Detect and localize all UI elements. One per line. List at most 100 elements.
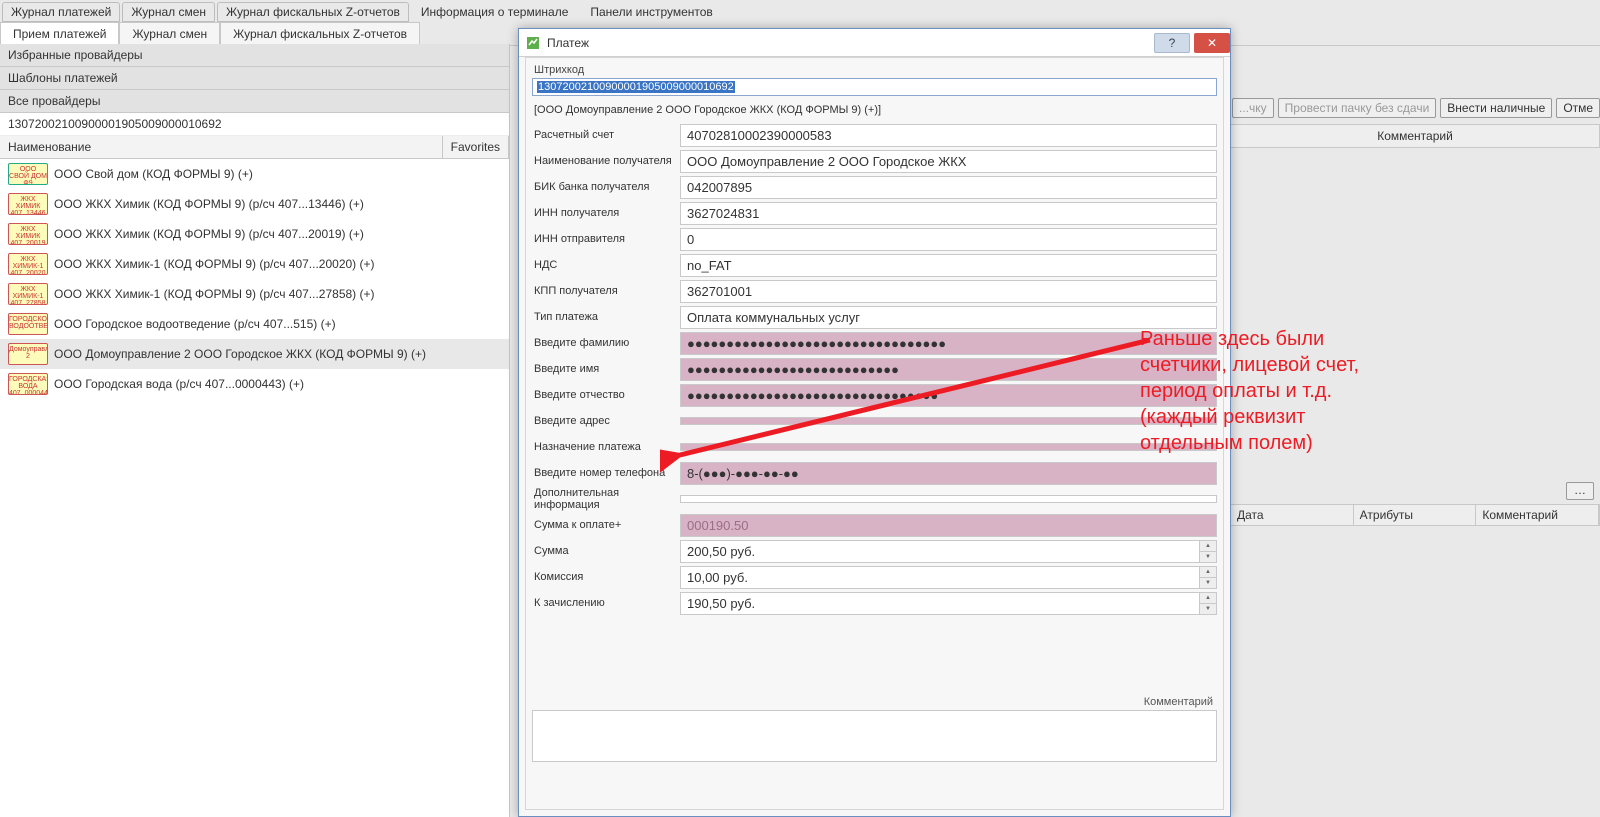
field-label: Сумма [532, 545, 680, 557]
field-value[interactable]: ●●●●●●●●●●●●●●●●●●●●●●●●●●●●●●●● [680, 384, 1217, 407]
field-label: Введите имя [532, 363, 680, 375]
spinner[interactable]: ▲▼ [1199, 592, 1217, 615]
main-tab[interactable]: Информация о терминале [411, 2, 578, 22]
barcode-input[interactable]: 13072002100900001905009000010692 [532, 78, 1217, 96]
field-row: Комиссия10,00 руб.▲▼ [532, 564, 1217, 590]
field-value[interactable]: 3627024831 [680, 202, 1217, 225]
main-tab[interactable]: Журнал смен [122, 2, 215, 22]
field-value[interactable]: no_FAT [680, 254, 1217, 277]
provider-list-header: Наименование Favorites [0, 136, 509, 159]
provider-label: ООО ЖКХ Химик (КОД ФОРМЫ 9) (р/сч 407...… [54, 197, 364, 211]
field-value[interactable]: ●●●●●●●●●●●●●●●●●●●●●●●●●●●●●●●●● [680, 332, 1217, 355]
field-label: ИНН получателя [532, 207, 680, 219]
main-tab[interactable]: Журнал фискальных Z-отчетов [217, 2, 409, 22]
provider-logo: ГОРОДСКОЕ ВОДООТВЕДЕНИЕ [8, 313, 48, 335]
provider-bracket: [ООО Домоуправление 2 ООО Городское ЖКХ … [534, 104, 1217, 116]
field-row: Расчетный счет40702810002390000583 [532, 122, 1217, 148]
payment-templates-button[interactable]: Шаблоны платежей [0, 67, 509, 90]
field-label: Комиссия [532, 571, 680, 583]
field-label: ИНН отправителя [532, 233, 680, 245]
field-label: БИК банка получателя [532, 181, 680, 193]
field-value[interactable]: 0 [680, 228, 1217, 251]
cancel-button-fragment[interactable]: Отме [1556, 98, 1600, 118]
field-label: КПП получателя [532, 285, 680, 297]
field-value[interactable]: Оплата коммунальных услуг [680, 306, 1217, 329]
field-label: НДС [532, 259, 680, 271]
field-row: НДСno_FAT [532, 252, 1217, 278]
field-value[interactable]: ООО Домоуправление 2 ООО Городское ЖКХ [680, 150, 1217, 173]
deposit-cash-button[interactable]: Внести наличные [1440, 98, 1552, 118]
close-button[interactable]: ✕ [1194, 33, 1230, 53]
field-value[interactable]: 190,50 руб. [680, 592, 1199, 615]
main-tab[interactable]: Журнал платежей [2, 2, 120, 22]
provider-logo: ЖКХ ХИМИК 407..20019 [8, 223, 48, 245]
dialog-titlebar: Платеж ? ✕ [519, 29, 1230, 57]
field-value[interactable]: 10,00 руб. [680, 566, 1199, 589]
field-label: Наименование получателя [532, 155, 680, 167]
provider-item[interactable]: ЖКХ ХИМИК 407..20019ООО ЖКХ Химик (КОД Ф… [0, 219, 509, 249]
col-comment: Комментарий [1476, 505, 1599, 525]
col-attributes: Атрибуты [1354, 505, 1477, 525]
provider-item[interactable]: ЖКХ ХИМИК 407..13446ООО ЖКХ Химик (КОД Ф… [0, 189, 509, 219]
field-row: Наименование получателяООО Домоуправлени… [532, 148, 1217, 174]
field-row: Введите адрес [532, 408, 1217, 434]
field-row: Сумма200,50 руб.▲▼ [532, 538, 1217, 564]
field-row: Введите имя●●●●●●●●●●●●●●●●●●●●●●●●●●● [532, 356, 1217, 382]
provider-label: ООО ЖКХ Химик-1 (КОД ФОРМЫ 9) (р/сч 407.… [54, 287, 375, 301]
providers-sidebar: Избранные провайдеры Шаблоны платежей Вс… [0, 44, 510, 817]
dialog-title: Платеж [547, 36, 1150, 50]
help-button[interactable]: ? [1154, 33, 1190, 53]
provider-item[interactable]: ЖКХ ХИМИК-1 407..20020ООО ЖКХ Химик-1 (К… [0, 249, 509, 279]
provider-label: ООО ЖКХ Химик-1 (КОД ФОРМЫ 9) (р/сч 407.… [54, 257, 375, 271]
provider-logo: ГОРОДСКАЯ ВОДА 407..0000443 [8, 373, 48, 395]
field-row: ИНН отправителя0 [532, 226, 1217, 252]
right-grid-header: Комментарий [1230, 124, 1600, 148]
field-label: Тип платежа [532, 311, 680, 323]
all-providers-button[interactable]: Все провайдеры [0, 90, 509, 113]
field-row: Введите номер телефона8-(●●●)-●●●-●●-●● [532, 460, 1217, 486]
field-value[interactable]: 8-(●●●)-●●●-●●-●● [680, 462, 1217, 485]
field-value[interactable]: 042007895 [680, 176, 1217, 199]
field-row: Введите фамилию●●●●●●●●●●●●●●●●●●●●●●●●●… [532, 330, 1217, 356]
field-value[interactable]: 000190.50 [680, 514, 1217, 537]
ellipsis-button[interactable]: … [1566, 482, 1594, 500]
field-row: БИК банка получателя042007895 [532, 174, 1217, 200]
provider-item[interactable]: Домоуправление 2ООО Домоуправление 2 ООО… [0, 339, 509, 369]
field-value[interactable] [680, 443, 1217, 451]
pack-button-fragment[interactable]: ...чку [1232, 98, 1274, 118]
field-row: КПП получателя362701001 [532, 278, 1217, 304]
provider-number: 13072002100900001905009000010692 [0, 113, 509, 136]
field-label: Назначение платежа [532, 441, 680, 453]
spinner[interactable]: ▲▼ [1199, 566, 1217, 589]
process-pack-no-change-button[interactable]: Провести пачку без сдачи [1278, 98, 1437, 118]
col-date: Дата [1231, 505, 1354, 525]
field-row: Назначение платежа [532, 434, 1217, 460]
provider-item[interactable]: ООО СВОЙ ДОМ Ф9ООО Свой дом (КОД ФОРМЫ 9… [0, 159, 509, 189]
right-toolbar: ...чку Провести пачку без сдачи Внести н… [1230, 96, 1600, 120]
field-label: Сумма к оплате+ [532, 519, 680, 531]
field-value[interactable]: 362701001 [680, 280, 1217, 303]
main-tabs-top: Журнал платежейЖурнал сменЖурнал фискаль… [2, 2, 723, 22]
field-value[interactable]: 200,50 руб. [680, 540, 1199, 563]
sub-tab[interactable]: Журнал смен [119, 22, 220, 45]
provider-item[interactable]: ЖКХ ХИМИК-1 407..27858ООО ЖКХ Химик-1 (К… [0, 279, 509, 309]
field-value[interactable]: 40702810002390000583 [680, 124, 1217, 147]
comment-textarea[interactable] [532, 710, 1217, 762]
field-value[interactable]: ●●●●●●●●●●●●●●●●●●●●●●●●●●● [680, 358, 1217, 381]
sub-tab[interactable]: Прием платежей [0, 22, 119, 45]
field-label: Введите номер телефона [532, 467, 680, 479]
field-value[interactable] [680, 417, 1217, 425]
field-row: Тип платежаОплата коммунальных услуг [532, 304, 1217, 330]
sub-tab[interactable]: Журнал фискальных Z-отчетов [220, 22, 420, 45]
provider-list: ООО СВОЙ ДОМ Ф9ООО Свой дом (КОД ФОРМЫ 9… [0, 159, 509, 399]
main-tab[interactable]: Панели инструментов [580, 2, 722, 22]
provider-item[interactable]: ГОРОДСКОЕ ВОДООТВЕДЕНИЕООО Городское вод… [0, 309, 509, 339]
favorite-providers-button[interactable]: Избранные провайдеры [0, 44, 509, 67]
field-value[interactable] [680, 495, 1217, 503]
provider-label: ООО Городская вода (р/сч 407...0000443) … [54, 377, 304, 391]
field-label: Введите фамилию [532, 337, 680, 349]
comment-label: Комментарий [532, 696, 1217, 708]
provider-item[interactable]: ГОРОДСКАЯ ВОДА 407..0000443 ООО Городская… [0, 369, 509, 399]
spinner[interactable]: ▲▼ [1199, 540, 1217, 563]
app-icon [525, 35, 541, 51]
